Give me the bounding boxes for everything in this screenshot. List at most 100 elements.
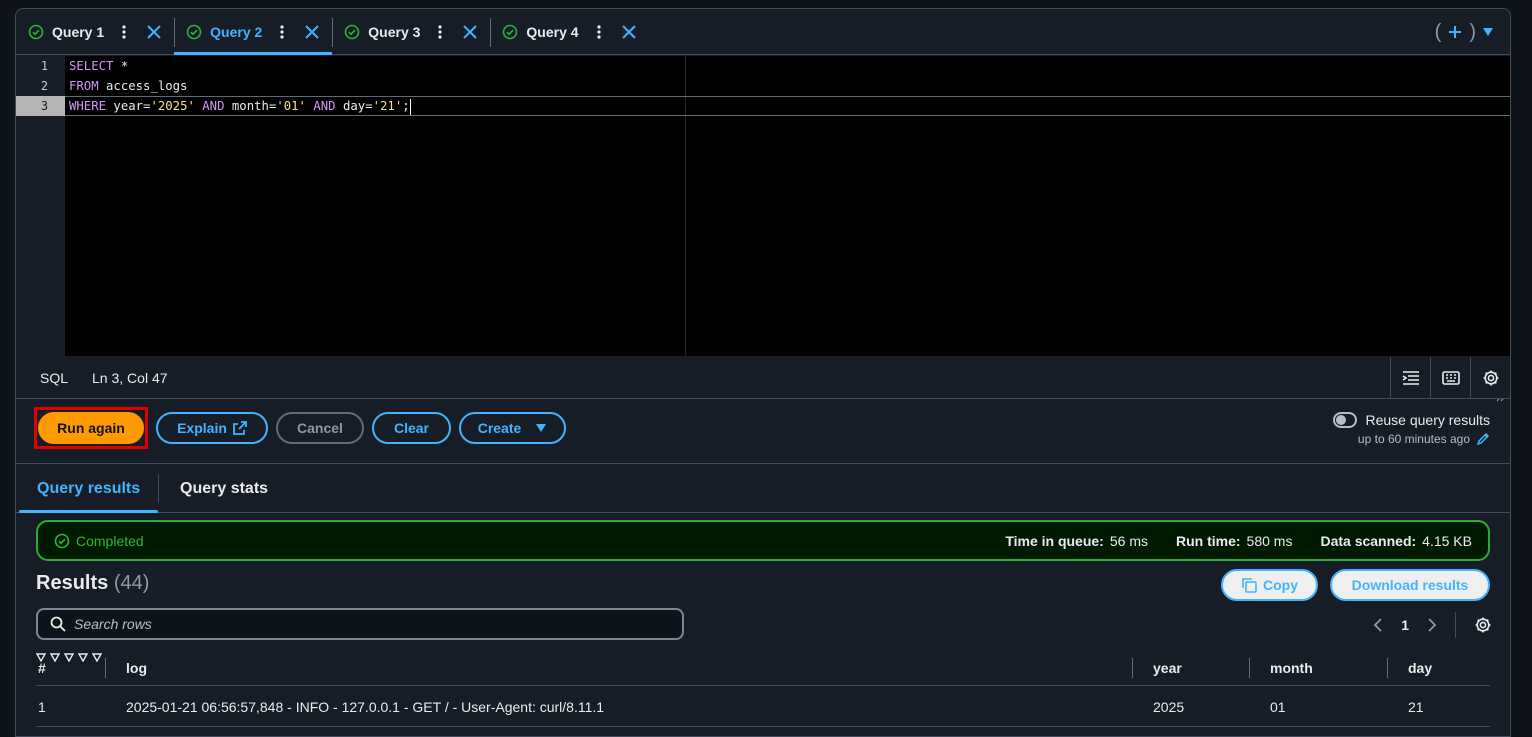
results-tabs: Query results Query stats [16,465,1510,513]
tab-query-2[interactable]: Query 2 [174,9,333,55]
text-cursor [409,98,411,115]
search-rows-input[interactable] [74,616,634,632]
line-number: 1 [40,59,49,73]
caret-down-icon [536,424,547,432]
stat-label: Data scanned: [1320,532,1417,549]
sort-icon[interactable] [49,653,61,663]
chevron-left-icon[interactable] [1373,618,1383,632]
column-header-month[interactable]: month [1270,649,1313,686]
column-header-year[interactable]: year [1153,649,1182,686]
search-rows [36,608,684,640]
status-text: Completed [76,532,144,549]
tab-label: Query 1 [52,23,105,40]
sort-icon[interactable] [91,653,102,663]
cell-year: 2025 [1153,699,1185,715]
page-number[interactable]: 1 [1401,617,1409,633]
column-divider [1132,658,1133,678]
tab-query-stats[interactable]: Query stats [180,465,268,513]
stat-label: Time in queue: [1005,532,1104,549]
line-gutter: 1 2 3 [16,56,65,356]
settings-gear-icon[interactable] [1470,357,1510,399]
tab-query-1[interactable]: Query 1 [16,9,174,55]
stat-value: 56 ms [1109,532,1148,549]
stat-value: 4.15 KB [1422,532,1472,549]
code-line[interactable]: SELECT * [69,56,128,76]
column-label: log [126,659,147,676]
completed-banner: Completed Time in queue: 56 ms Run time: 5… [36,520,1490,561]
code-line[interactable]: WHERE year='2025' AND month='01' AND day… [69,96,411,116]
tab-query-3[interactable]: Query 3 [332,9,490,55]
paren-left: ( [1434,20,1442,43]
tabs-dropdown-icon[interactable] [1482,27,1494,37]
tab-actions: ( ) [1435,9,1494,55]
query-tab-bar: Query 1 Query 2 Query 3 Query 4 ( ) [16,9,1510,55]
success-check-icon [503,24,518,39]
create-label: Create [477,420,522,436]
close-tab-icon[interactable] [146,24,162,40]
close-tab-icon[interactable] [304,24,320,40]
keyboard-icon[interactable] [1430,357,1470,399]
time-in-queue: Time in queue: 56 ms [1005,533,1148,549]
clear-label: Clear [393,420,430,436]
explain-label: Explain [177,420,227,436]
tab-query-results[interactable]: Query results [18,465,159,513]
success-check-icon [344,24,360,39]
data-scanned: Data scanned: 4.15 KB [1320,533,1472,549]
table-settings-gear-icon[interactable] [1474,616,1492,634]
sql-editor[interactable]: 1 2 3 SELECT * FROM access_logs WHERE ye… [16,56,1510,402]
clear-button[interactable]: Clear [372,412,451,444]
run-again-button[interactable]: Run again [38,412,144,444]
create-button[interactable]: Create [459,412,566,444]
external-link-icon [232,421,247,435]
copy-button[interactable]: Copy [1221,569,1318,601]
search-icon [50,616,66,632]
results-table-header: # log year month day [35,649,1490,686]
cell-day: 21 [1408,699,1424,715]
pagination: 1 [1373,609,1492,641]
column-header-day[interactable]: day [1408,649,1432,686]
tab-divider [158,474,159,503]
cancel-label: Cancel [297,420,343,436]
download-results-button[interactable]: Download results [1330,569,1490,601]
format-icon[interactable] [1390,357,1430,399]
code-line[interactable]: FROM access_logs [69,76,187,96]
download-label: Download results [1351,577,1469,593]
sort-icon[interactable] [77,653,88,663]
close-tab-icon[interactable] [621,24,637,40]
tab-menu-icon[interactable] [274,24,290,40]
reuse-results-sub: up to 60 minutes ago [1357,432,1470,446]
tab-menu-icon[interactable] [591,24,607,40]
column-header-index[interactable]: # [38,649,46,686]
cell-index: 1 [38,699,46,715]
column-divider [1249,658,1250,678]
column-divider [105,658,106,678]
language-label: SQL [40,369,69,386]
tab-label: Query 4 [526,23,579,40]
edit-pencil-icon[interactable] [1476,432,1490,446]
tab-label: Query stats [180,480,269,497]
explain-button[interactable]: Explain [156,412,268,444]
chevron-right-icon[interactable] [1427,618,1437,632]
column-label: month [1270,659,1313,676]
tab-query-4[interactable]: Query 4 [490,9,648,55]
reuse-results-label: Reuse query results [1365,412,1490,428]
reuse-results-toggle[interactable] [1333,412,1358,428]
results-count: (44) [113,572,150,594]
run-time: Run time: 580 ms [1176,533,1292,549]
success-check-icon [28,24,44,39]
table-row: 1 2025-01-21 06:56:57,848 - INFO - 127.0… [36,687,1490,727]
success-check-icon [54,533,70,548]
tab-menu-icon[interactable] [116,24,132,40]
close-tab-icon[interactable] [462,24,478,40]
stat-label: Run time: [1175,532,1241,549]
add-tab-icon[interactable] [1447,24,1463,40]
sort-icon[interactable] [63,653,74,663]
query-editor-panel: Query 1 Query 2 Query 3 Query 4 ( ) 1 2 … [15,8,1511,737]
success-check-icon [186,24,202,39]
tab-label: Query 2 [210,23,263,40]
cursor-position: Ln 3, Col 47 [92,369,168,386]
cancel-button[interactable]: Cancel [276,412,364,444]
tab-menu-icon[interactable] [432,24,448,40]
column-label: # [38,659,46,676]
column-header-log[interactable]: log [126,649,147,686]
